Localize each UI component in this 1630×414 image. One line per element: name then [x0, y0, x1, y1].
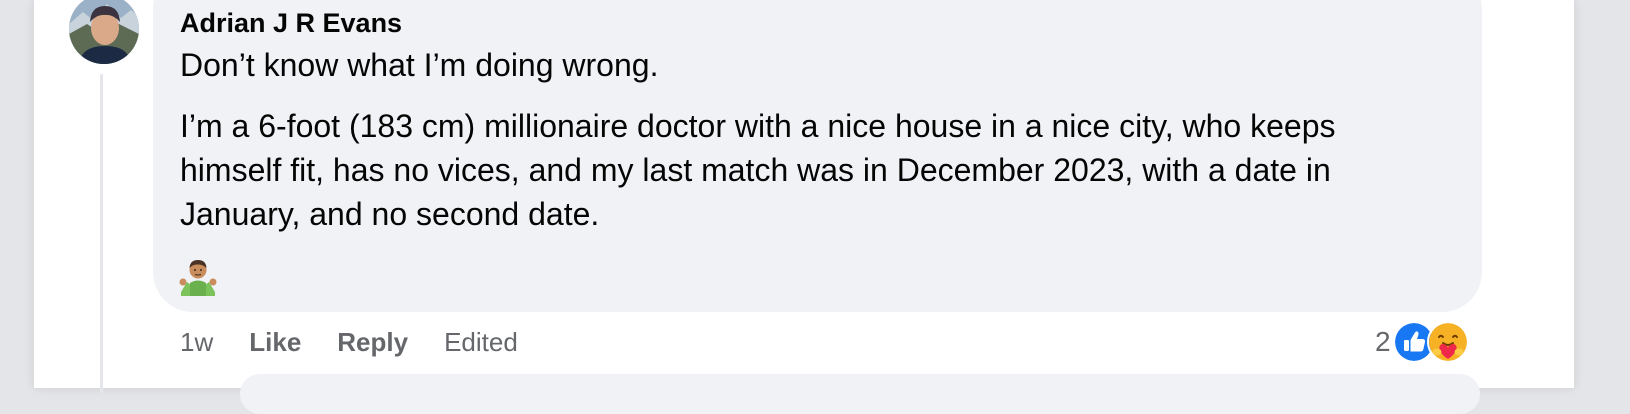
comment-text-line: Don’t know what I’m doing wrong.	[180, 47, 659, 83]
comment-timestamp[interactable]: 1w	[180, 327, 213, 358]
reply-button[interactable]: Reply	[337, 327, 408, 358]
reaction-count: 2	[1375, 326, 1391, 357]
comment-author[interactable]: Adrian J R Evans	[180, 8, 402, 39]
reaction-summary[interactable]: 2	[1375, 321, 1469, 363]
person-shrugging-emoji	[178, 256, 218, 296]
next-reply-bubble	[240, 374, 1480, 414]
reply-thread-line	[100, 74, 103, 394]
care-reaction-icon	[1426, 321, 1469, 363]
like-button[interactable]: Like	[249, 327, 301, 358]
edited-label[interactable]: Edited	[444, 327, 518, 358]
comment-text-paragraph: I’m a 6-foot (183 cm) millionaire doctor…	[180, 108, 1336, 232]
comment-actions: 1w Like Reply Edited	[180, 324, 518, 360]
